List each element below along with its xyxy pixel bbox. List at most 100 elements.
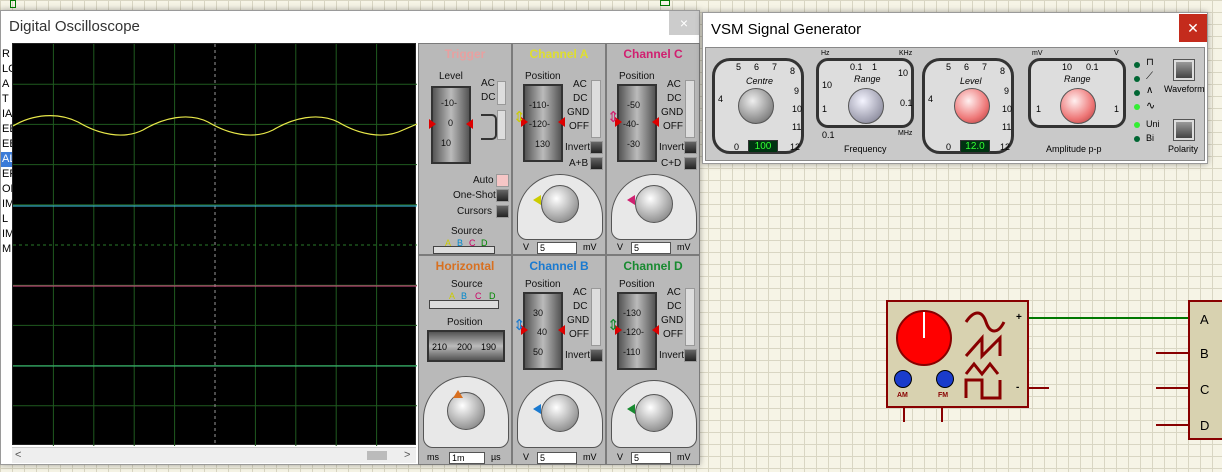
chb-pointer-right (558, 325, 565, 335)
chc-position-slider[interactable]: -50 -40- -30 (615, 84, 659, 162)
cha-combo-button[interactable] (590, 157, 603, 170)
centre-knob[interactable] (738, 88, 774, 124)
centre-tick-12: 12 (790, 142, 801, 152)
chc-invert-label: Invert (659, 142, 685, 153)
chc-ac-label: AC (667, 79, 681, 90)
centre-tick-8: 8 (790, 66, 796, 76)
fm-pin-stub (941, 408, 943, 422)
oscilloscope-window: Digital Oscilloscope × R LC AT IA EE EB ALEF OL… (0, 10, 700, 465)
centre-tick-10: 10 (792, 104, 803, 114)
oscilloscope-component[interactable]: A B C D (1188, 300, 1222, 440)
chb-dc-label: DC (573, 301, 588, 312)
freq-range-unit-khz: KHz (899, 50, 913, 57)
centre-tick-7: 7 (772, 62, 778, 72)
chd-position-slider[interactable]: -130 -120- -110 (615, 292, 659, 370)
cha-dc-label: DC (573, 93, 588, 104)
cha-knob-pointer (533, 195, 541, 205)
wire-plus[interactable] (1029, 317, 1189, 319)
scroll-right-arrow[interactable]: > (404, 449, 410, 461)
chc-scale-1: -50 (627, 100, 641, 110)
freq-range-knob[interactable] (848, 88, 884, 124)
oneshot-button[interactable] (496, 189, 509, 202)
chd-invert-button[interactable] (684, 349, 697, 362)
chb-invert-label: Invert (565, 350, 591, 361)
output-minus-label: - (1016, 382, 1020, 393)
chd-updown-icon: ⇕ (607, 317, 620, 334)
chc-combo-button[interactable] (684, 157, 697, 170)
left-strip-item: LC (2, 63, 12, 75)
waveform-button[interactable] (1173, 59, 1195, 81)
chb-off-label: OFF (569, 329, 589, 340)
oneshot-label: One-Shot (453, 190, 496, 201)
chc-scale-2: -40- (623, 119, 640, 129)
oscilloscope-close-button[interactable]: × (669, 11, 699, 35)
cha-scale-3: 130 (535, 139, 551, 149)
level-knob[interactable] (954, 88, 990, 124)
freq-range-label: Range (854, 74, 881, 84)
trigger-pointer-left (429, 119, 436, 129)
oscilloscope-titlebar[interactable]: Digital Oscilloscope × (1, 11, 699, 41)
cursors-button[interactable] (496, 205, 509, 218)
siggen-close-button[interactable]: ✕ (1179, 14, 1207, 42)
amp-tick-1: 10 (1062, 62, 1073, 72)
chd-scale-3: -110 (623, 347, 641, 357)
horiz-source-slider[interactable] (429, 300, 499, 309)
centre-tick-0: 0 (734, 142, 740, 152)
horiz-time-value[interactable]: 1m (449, 452, 485, 464)
centre-tick-6: 6 (754, 62, 760, 72)
cha-position-label: Position (525, 71, 561, 82)
centre-readout: 100 (748, 140, 778, 153)
trigger-panel: Trigger Level AC DC -10- 0 10 Auto One-S… (418, 43, 512, 255)
amp-tick-4: 1 (1114, 104, 1120, 114)
chb-mv-label: mV (583, 452, 597, 462)
cursors-label: Cursors (457, 206, 493, 217)
amp-range-knob[interactable] (1060, 88, 1096, 124)
chd-volts-value[interactable]: 5 (631, 452, 671, 464)
signal-generator-component[interactable]: AM FM + - (886, 300, 1029, 408)
cha-invert-button[interactable] (590, 141, 603, 154)
trigger-title: Trigger (444, 47, 486, 61)
horiz-scale-2: 200 (457, 342, 473, 352)
scroll-thumb[interactable] (367, 451, 387, 460)
chd-volts-knob[interactable] (635, 394, 673, 432)
scroll-left-arrow[interactable]: < (15, 449, 21, 461)
chc-invert-button[interactable] (684, 141, 697, 154)
channel-b-panel: Channel B Position 30 40 50 ⇕ AC DC GND … (512, 255, 606, 465)
waveform-symbols-icon (964, 311, 1006, 400)
freq-tick-2: 1 (872, 62, 878, 72)
chd-scale-2: -120- (623, 327, 645, 337)
chb-invert-button[interactable] (590, 349, 603, 362)
fm-label: FM (938, 392, 949, 399)
chb-knob-pointer (533, 404, 541, 414)
trigger-edge-switch[interactable] (497, 110, 506, 140)
trigger-ac-dc-switch[interactable] (497, 81, 506, 105)
cha-volts-knob[interactable] (541, 185, 579, 223)
left-strip-item: L (2, 213, 9, 225)
trigger-level-slider[interactable]: -10- 0 10 (429, 86, 473, 164)
chb-scale-1: 30 (533, 308, 544, 318)
cha-coupling-switch[interactable] (591, 80, 601, 138)
trigger-edge-icon[interactable] (481, 114, 497, 140)
auto-button[interactable] (496, 174, 509, 187)
chc-volts-knob[interactable] (635, 185, 673, 223)
chd-dc-label: DC (667, 301, 682, 312)
horiz-position-slider[interactable]: 210 200 190 (427, 330, 505, 362)
horizontal-title: Horizontal (435, 259, 495, 273)
chb-volts-knob[interactable] (541, 394, 579, 432)
chb-updown-icon: ⇕ (513, 317, 526, 334)
chc-volts-value[interactable]: 5 (631, 242, 671, 254)
cha-position-slider[interactable]: -110- -120- 130 (521, 84, 565, 162)
chc-off-label: OFF (663, 121, 683, 132)
chc-coupling-switch[interactable] (685, 80, 695, 138)
chd-coupling-switch[interactable] (685, 288, 695, 346)
trigger-source-slider[interactable] (433, 246, 495, 254)
fm-knob (936, 370, 954, 388)
chb-position-slider[interactable]: 30 40 50 (521, 292, 565, 370)
scope-scrollbar[interactable]: < > (12, 447, 416, 463)
siggen-titlebar[interactable]: VSM Signal Generator ✕ (703, 13, 1207, 45)
cha-combo-label: A+B (569, 158, 589, 169)
chb-coupling-switch[interactable] (591, 288, 601, 346)
chb-volts-value[interactable]: 5 (537, 452, 577, 464)
polarity-button[interactable] (1173, 119, 1195, 141)
cha-volts-value[interactable]: 5 (537, 242, 577, 254)
